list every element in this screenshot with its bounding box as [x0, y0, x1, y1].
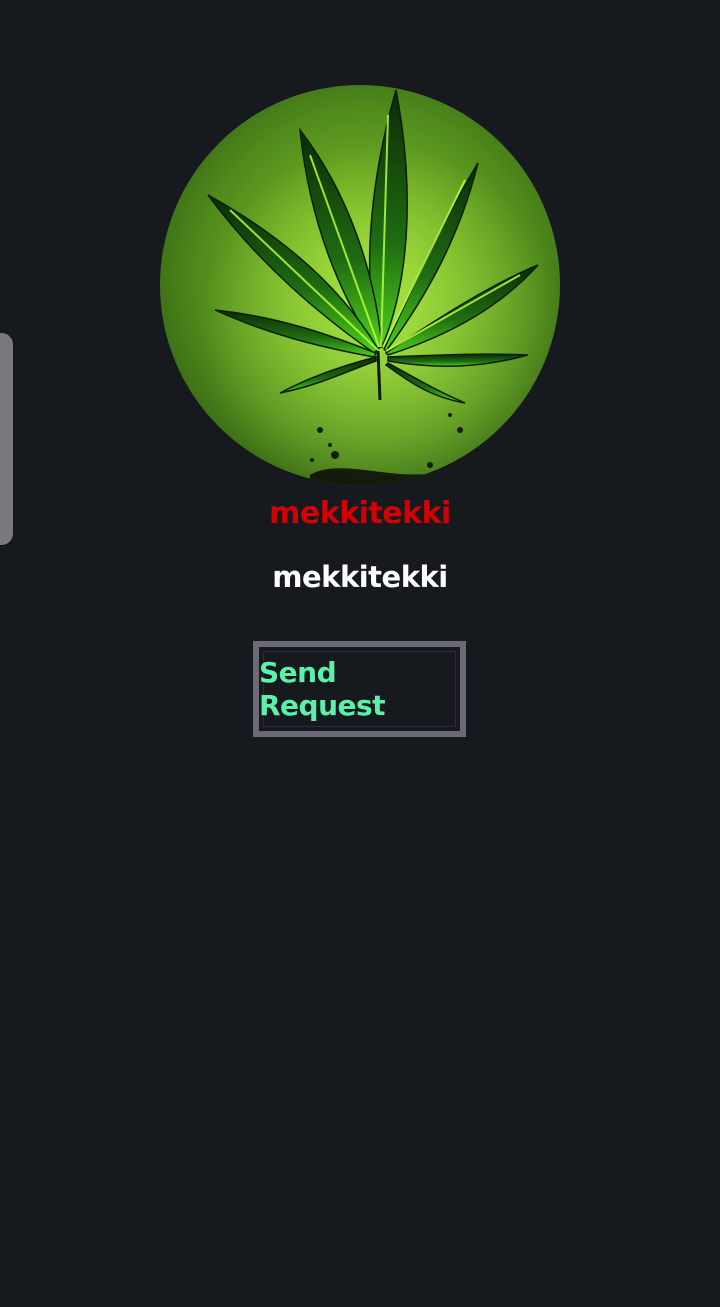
send-request-label: Send Request — [259, 656, 386, 722]
profile-username: mekkitekki — [272, 560, 448, 594]
send-request-button[interactable]: Send Request — [253, 641, 466, 737]
profile-display-name: mekkitekki — [269, 496, 451, 531]
profile-avatar — [160, 85, 560, 485]
cannabis-leaf-icon — [160, 85, 560, 485]
